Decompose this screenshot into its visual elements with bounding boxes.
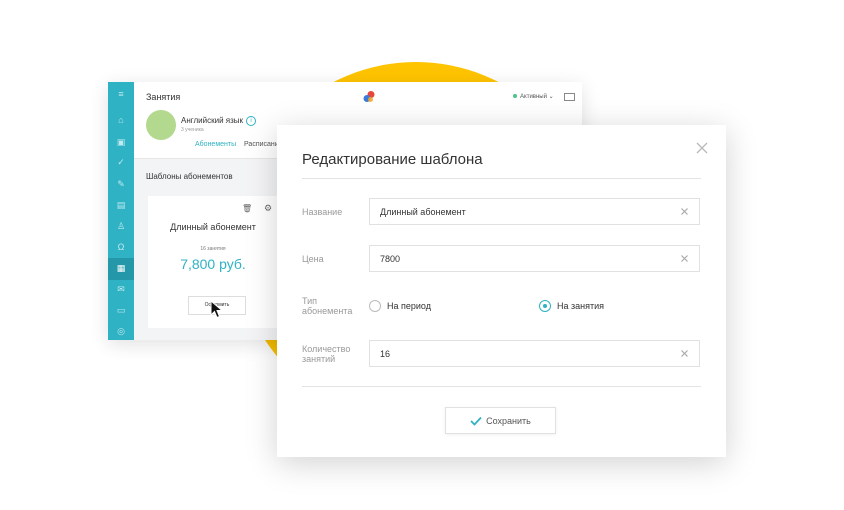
radio-lessons[interactable]: На занятия bbox=[539, 300, 604, 312]
name-field[interactable] bbox=[369, 198, 700, 225]
menu-icon[interactable]: ≡ bbox=[116, 90, 126, 99]
divider bbox=[302, 178, 701, 179]
clear-icon[interactable] bbox=[680, 349, 689, 358]
card-lessons: 16 занятия bbox=[200, 246, 226, 252]
close-icon[interactable] bbox=[695, 141, 709, 155]
price-field[interactable] bbox=[369, 245, 700, 272]
check-icon[interactable]: ✓ bbox=[116, 158, 126, 167]
help-icon[interactable]: ◎ bbox=[116, 327, 126, 336]
divider bbox=[302, 386, 701, 387]
type-label-line1: Тип bbox=[302, 296, 318, 306]
radio-lessons-label: На занятия bbox=[557, 301, 605, 311]
user-icon[interactable]: ♙ bbox=[116, 222, 126, 231]
page-title: Занятия bbox=[146, 92, 181, 102]
count-label-line1: Количество bbox=[302, 344, 351, 354]
info-icon[interactable]: i bbox=[246, 116, 257, 126]
radio-circle[interactable] bbox=[369, 300, 381, 312]
save-label: Сохранить bbox=[486, 415, 531, 426]
chevron-down-icon: ⌄ bbox=[548, 94, 554, 100]
count-field[interactable] bbox=[369, 340, 700, 367]
clear-icon[interactable] bbox=[680, 207, 689, 216]
count-input[interactable] bbox=[380, 341, 670, 366]
calendar-icon[interactable]: ▣ bbox=[116, 138, 126, 147]
type-label: Тип абонемента bbox=[302, 296, 362, 316]
course-name-text: Английский язык bbox=[181, 116, 244, 126]
status-dot bbox=[513, 94, 517, 99]
count-label: Количество занятий bbox=[302, 344, 362, 364]
status-label: Активный bbox=[520, 94, 547, 100]
course-name: Английский язык i bbox=[181, 116, 257, 126]
save-button[interactable]: Сохранить bbox=[445, 407, 556, 434]
name-label: Название bbox=[302, 207, 343, 217]
trash-icon[interactable]: 🗑 bbox=[242, 204, 252, 213]
briefcase-icon[interactable]: ▦ bbox=[116, 264, 126, 273]
edit-icon[interactable]: ✎ bbox=[116, 180, 126, 189]
modal-title: Редактирование шаблона bbox=[302, 151, 483, 168]
radio-circle-selected[interactable] bbox=[539, 300, 551, 312]
count-label-line2: занятий bbox=[302, 354, 336, 364]
price-label: Цена bbox=[302, 254, 324, 264]
card-name: Длинный абонемент bbox=[170, 222, 256, 232]
app-logo-icon bbox=[363, 91, 375, 102]
home-icon[interactable]: ⌂ bbox=[116, 116, 126, 125]
radio-period-label: На период bbox=[387, 301, 431, 311]
mouse-cursor-icon bbox=[210, 300, 224, 319]
clear-icon[interactable] bbox=[680, 254, 689, 263]
students-count: 3 ученика bbox=[181, 127, 204, 133]
tab-subscriptions[interactable]: Абонементы bbox=[195, 141, 236, 148]
card-price: 7,800 руб. bbox=[180, 256, 246, 272]
gear-icon[interactable]: ⚙ bbox=[264, 203, 272, 214]
mail-icon[interactable]: ✉ bbox=[116, 285, 126, 294]
envelope-icon[interactable] bbox=[564, 93, 575, 101]
document-icon[interactable]: ▤ bbox=[116, 201, 126, 210]
price-input[interactable] bbox=[380, 246, 670, 271]
status-dropdown[interactable]: Активный ⌄ bbox=[513, 93, 554, 100]
wallet-icon[interactable]: ▭ bbox=[116, 306, 126, 315]
checkmark-icon bbox=[470, 416, 482, 426]
course-avatar bbox=[146, 110, 176, 140]
headset-icon[interactable]: Ω bbox=[116, 243, 126, 252]
type-label-line2: абонемента bbox=[302, 306, 353, 316]
radio-period[interactable]: На период bbox=[369, 300, 431, 312]
name-input[interactable] bbox=[380, 199, 670, 224]
templates-heading: Шаблоны абонементов bbox=[146, 172, 233, 181]
edit-template-modal: Редактирование шаблона Название Цена Тип… bbox=[277, 125, 726, 457]
sidebar: ≡ ⌂ ▣ ✓ ✎ ▤ ♙ Ω ▦ ✉ ▭ ◎ bbox=[108, 82, 134, 340]
